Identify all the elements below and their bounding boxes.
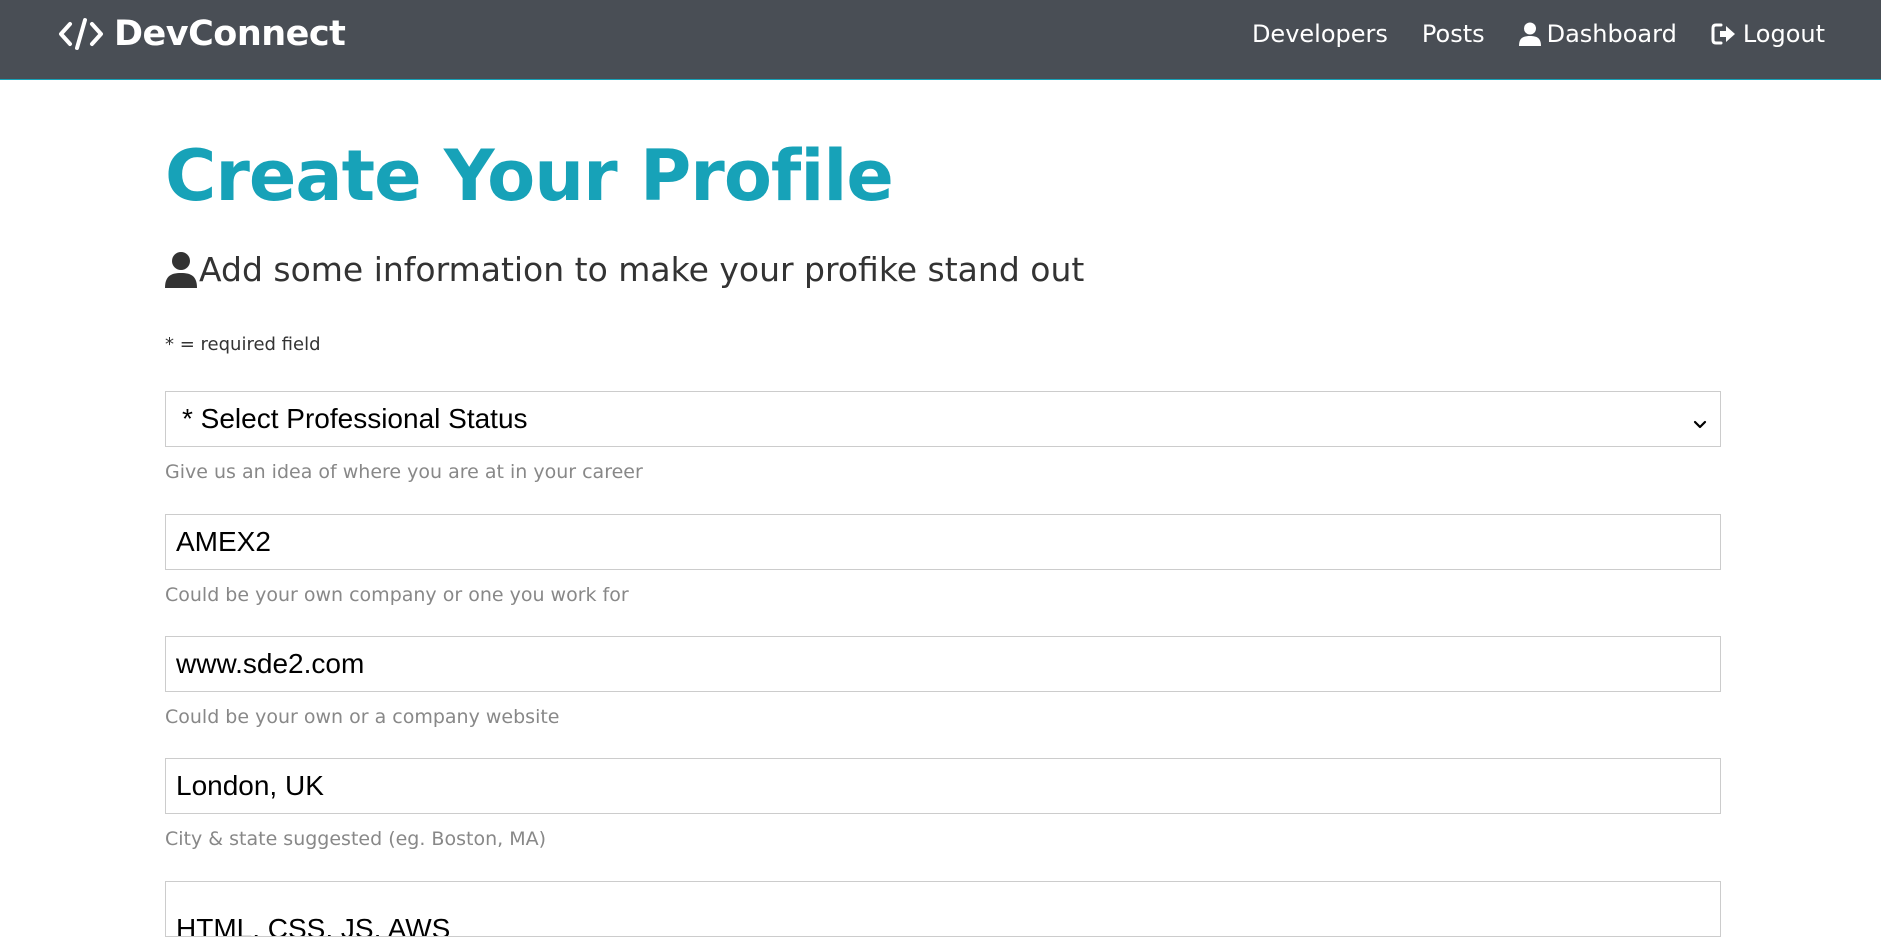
professional-status-select[interactable]: * Select Professional Status <box>165 391 1721 447</box>
nav-link-label: Logout <box>1742 20 1825 48</box>
code-icon <box>58 17 104 51</box>
form-group-location: London, UK City & state suggested (eg. B… <box>165 758 1721 850</box>
location-hint: City & state suggested (eg. Boston, MA) <box>165 828 546 850</box>
nav-link-posts[interactable]: Posts <box>1422 20 1485 48</box>
brand-name: DevConnect <box>114 14 346 54</box>
brand-link[interactable]: DevConnect <box>58 14 346 54</box>
lead-text: Add some information to make your profik… <box>165 250 1084 289</box>
company-hint: Could be your own company or one you wor… <box>165 584 629 606</box>
input-value: London, UK <box>176 770 324 801</box>
location-input[interactable]: London, UK <box>165 758 1721 814</box>
page-title: Create Your Profile <box>165 135 894 217</box>
form-group-website: www.sde2.com Could be your own or a comp… <box>165 636 1721 728</box>
nav-link-dashboard[interactable]: Dashboard <box>1518 20 1677 48</box>
chevron-down-icon <box>1692 410 1708 442</box>
nav-link-label: Dashboard <box>1546 20 1677 48</box>
nav-link-logout[interactable]: Logout <box>1711 20 1825 48</box>
status-hint: Give us an idea of where you are at in y… <box>165 461 643 483</box>
user-icon <box>165 251 197 288</box>
select-value: * Select Professional Status <box>182 403 528 434</box>
required-field-note: * = required field <box>165 334 321 355</box>
user-icon <box>1518 22 1541 46</box>
skills-input[interactable]: HTML, CSS, JS, AWS <box>165 881 1721 937</box>
input-value: www.sde2.com <box>176 648 365 679</box>
company-input[interactable]: AMEX2 <box>165 514 1721 570</box>
form-group-status: * Select Professional Status Give us an … <box>165 391 1721 483</box>
website-hint: Could be your own or a company website <box>165 706 560 728</box>
form-group-skills: HTML, CSS, JS, AWS <box>165 881 1721 937</box>
input-value: AMEX2 <box>176 526 271 557</box>
nav-link-label: Developers <box>1251 20 1388 48</box>
input-value: HTML, CSS, JS, AWS <box>176 913 451 937</box>
form-group-company: AMEX2 Could be your own company or one y… <box>165 514 1721 606</box>
lead-label: Add some information to make your profik… <box>199 250 1085 289</box>
nav-link-label: Posts <box>1421 20 1485 48</box>
website-input[interactable]: www.sde2.com <box>165 636 1721 692</box>
nav-link-developers[interactable]: Developers <box>1252 20 1388 48</box>
navbar: DevConnect Developers Posts Dashboard Lo… <box>0 0 1881 80</box>
nav-links: Developers Posts Dashboard Logout <box>1252 18 1825 50</box>
sign-out-icon <box>1711 22 1737 46</box>
